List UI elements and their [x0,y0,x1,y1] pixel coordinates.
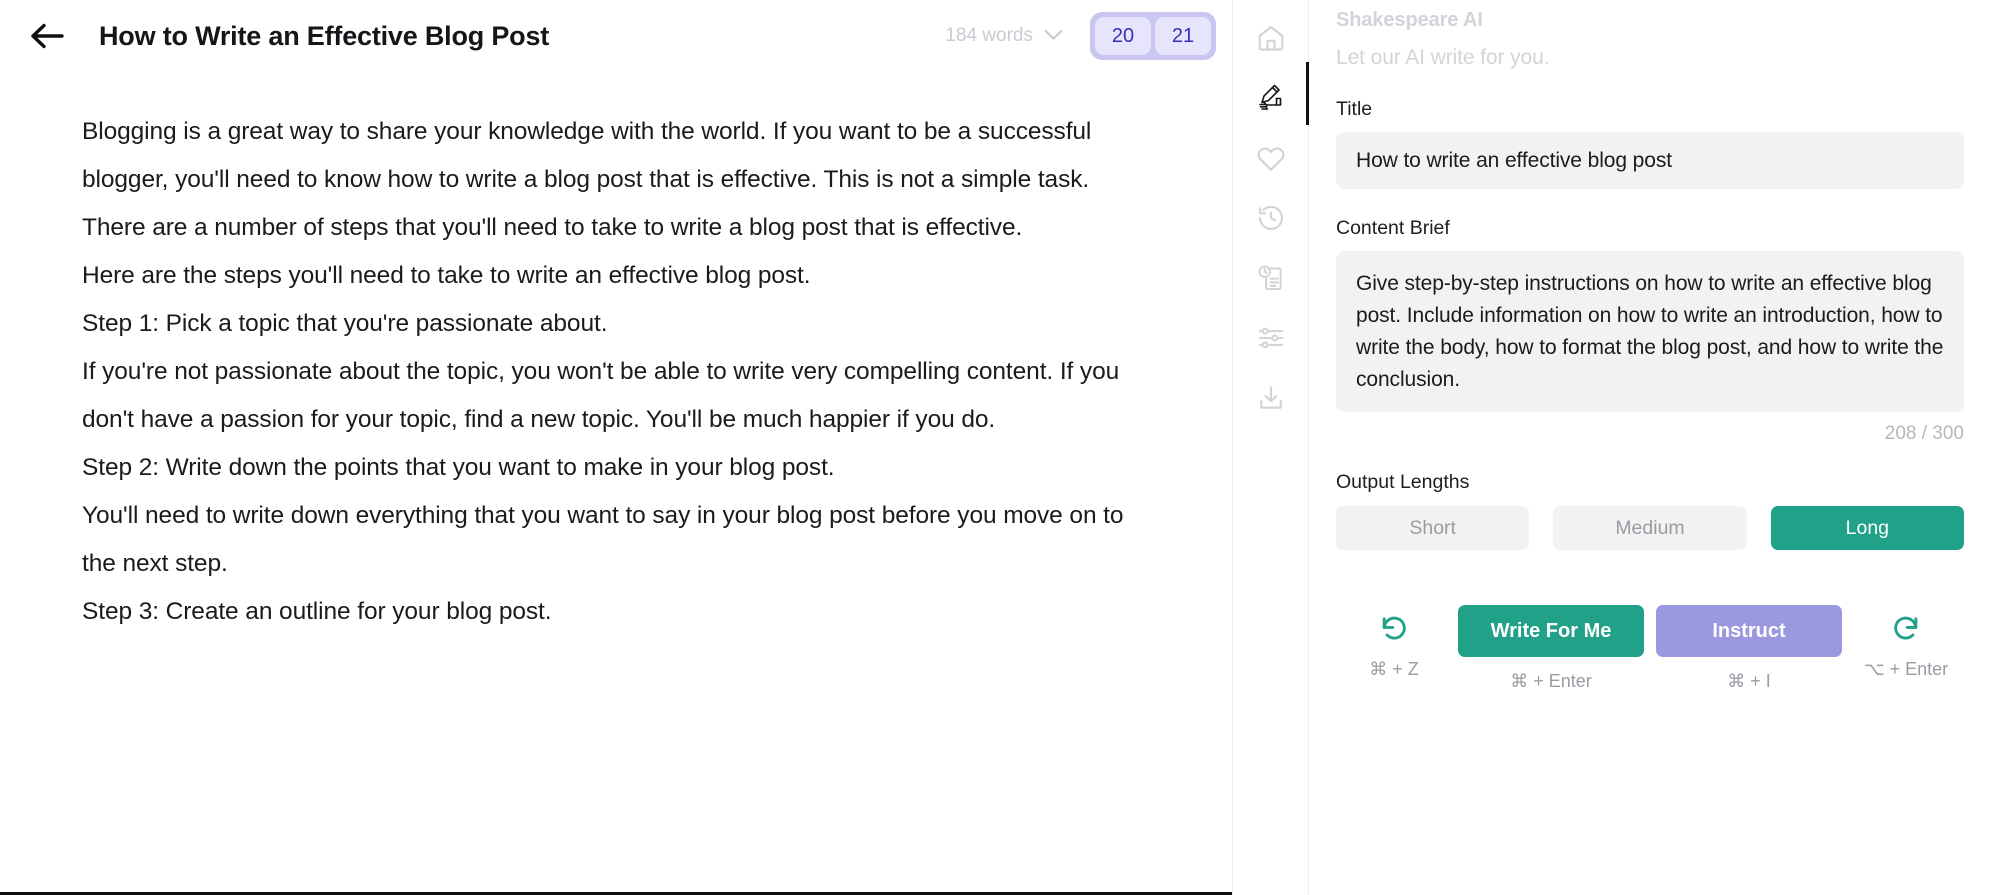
redo-button[interactable] [1886,609,1926,649]
write-for-me-shortcut: ⌘ + Enter [1510,671,1592,691]
chevron-down-icon [1044,25,1063,47]
word-count-dropdown[interactable]: 184 words [945,25,1063,47]
document-paragraph: Step 3: Create an outline for your blog … [82,598,552,625]
write-for-me-button[interactable]: Write For Me [1458,605,1644,657]
output-length-label: Short [1409,516,1456,539]
output-length-label: Long [1845,516,1890,539]
app-root: How to Write an Effective Blog Post 184 … [0,0,1999,895]
ai-panel-subheading: Let our AI write for you. [1336,46,1550,69]
sliders-settings-icon [1256,323,1286,353]
rail-item-settings[interactable] [1232,308,1309,368]
word-count-label: 184 words [945,25,1033,46]
output-length-long[interactable]: Long [1770,506,1964,550]
redo-shortcut: ⌥ + Enter [1863,659,1949,679]
output-length-short[interactable]: Short [1336,506,1530,550]
undo-shortcut: ⌘ + Z [1369,659,1419,679]
document-clock-icon [1256,263,1286,293]
arrow-left-icon [30,23,64,49]
version-chip-21[interactable]: 21 [1155,17,1211,55]
version-selector: 20 21 [1090,12,1216,60]
back-button[interactable] [24,13,70,59]
heart-icon [1256,143,1286,173]
undo-icon [1379,613,1409,646]
editor-header: How to Write an Effective Blog Post 184 … [0,0,1232,72]
rail-item-favorites[interactable] [1232,128,1309,188]
instruct-button[interactable]: Instruct [1656,605,1842,657]
output-length-label: Medium [1615,516,1685,539]
document-paragraph: Blogging is a great way to share your kn… [82,118,1092,241]
ai-actions-row: ⌘ + Z Write For Me ⌘ + Enter Instruct ⌘ … [1336,605,1964,692]
redo-icon [1891,613,1921,646]
version-chip-label: 21 [1171,24,1195,47]
write-for-me-label: Write For Me [1490,619,1612,642]
write-for-me-action: Write For Me ⌘ + Enter [1452,605,1650,692]
download-icon [1256,383,1286,413]
redo-action: ⌥ + Enter [1848,605,1964,680]
instruct-action: Instruct ⌘ + I [1650,605,1848,692]
undo-action: ⌘ + Z [1336,605,1452,680]
rail-item-home[interactable] [1232,8,1309,68]
document-editor[interactable]: Blogging is a great way to share your kn… [0,72,1232,892]
title-field-label: Title [1336,98,1373,120]
editor-header-actions: 184 words 20 21 [945,12,1232,60]
output-length-medium[interactable]: Medium [1553,506,1747,550]
ai-panel-heading: Shakespeare AI [1336,9,1483,31]
document-paragraph: If you're not passionate about the topic… [82,358,1120,433]
document-paragraph: You'll need to write down everything tha… [82,502,1124,577]
rail-item-drafts[interactable] [1232,248,1309,308]
version-chip-20[interactable]: 20 [1095,17,1151,55]
output-lengths-label: Output Lengths [1336,471,1470,493]
instruct-label: Instruct [1712,619,1786,642]
tool-rail [1232,0,1309,895]
undo-button[interactable] [1374,609,1414,649]
content-brief-label: Content Brief [1336,217,1450,239]
ai-panel: Shakespeare AI Let our AI write for you.… [1309,0,1999,895]
home-icon [1256,23,1286,53]
document-paragraph: Step 1: Pick a topic that you're passion… [82,310,608,337]
title-input[interactable] [1336,132,1964,189]
editor-pane: How to Write an Effective Blog Post 184 … [0,0,1232,895]
page-title: How to Write an Effective Blog Post [99,20,550,51]
history-clock-icon [1256,203,1286,233]
version-chip-label: 20 [1111,24,1135,47]
content-brief-textarea[interactable]: Give step-by-step instructions on how to… [1336,251,1964,412]
instruct-shortcut: ⌘ + I [1727,671,1771,691]
char-counter: 208 / 300 [1884,423,1964,444]
rail-item-download[interactable] [1232,368,1309,428]
output-lengths-group: Short Medium Long [1336,506,1964,550]
document-paragraph: Here are the steps you'll need to take t… [82,262,811,289]
document-paragraph: Step 2: Write down the points that you w… [82,454,835,481]
rail-item-history[interactable] [1232,188,1309,248]
rail-item-write[interactable] [1232,68,1309,128]
writing-hand-icon [1255,83,1287,113]
